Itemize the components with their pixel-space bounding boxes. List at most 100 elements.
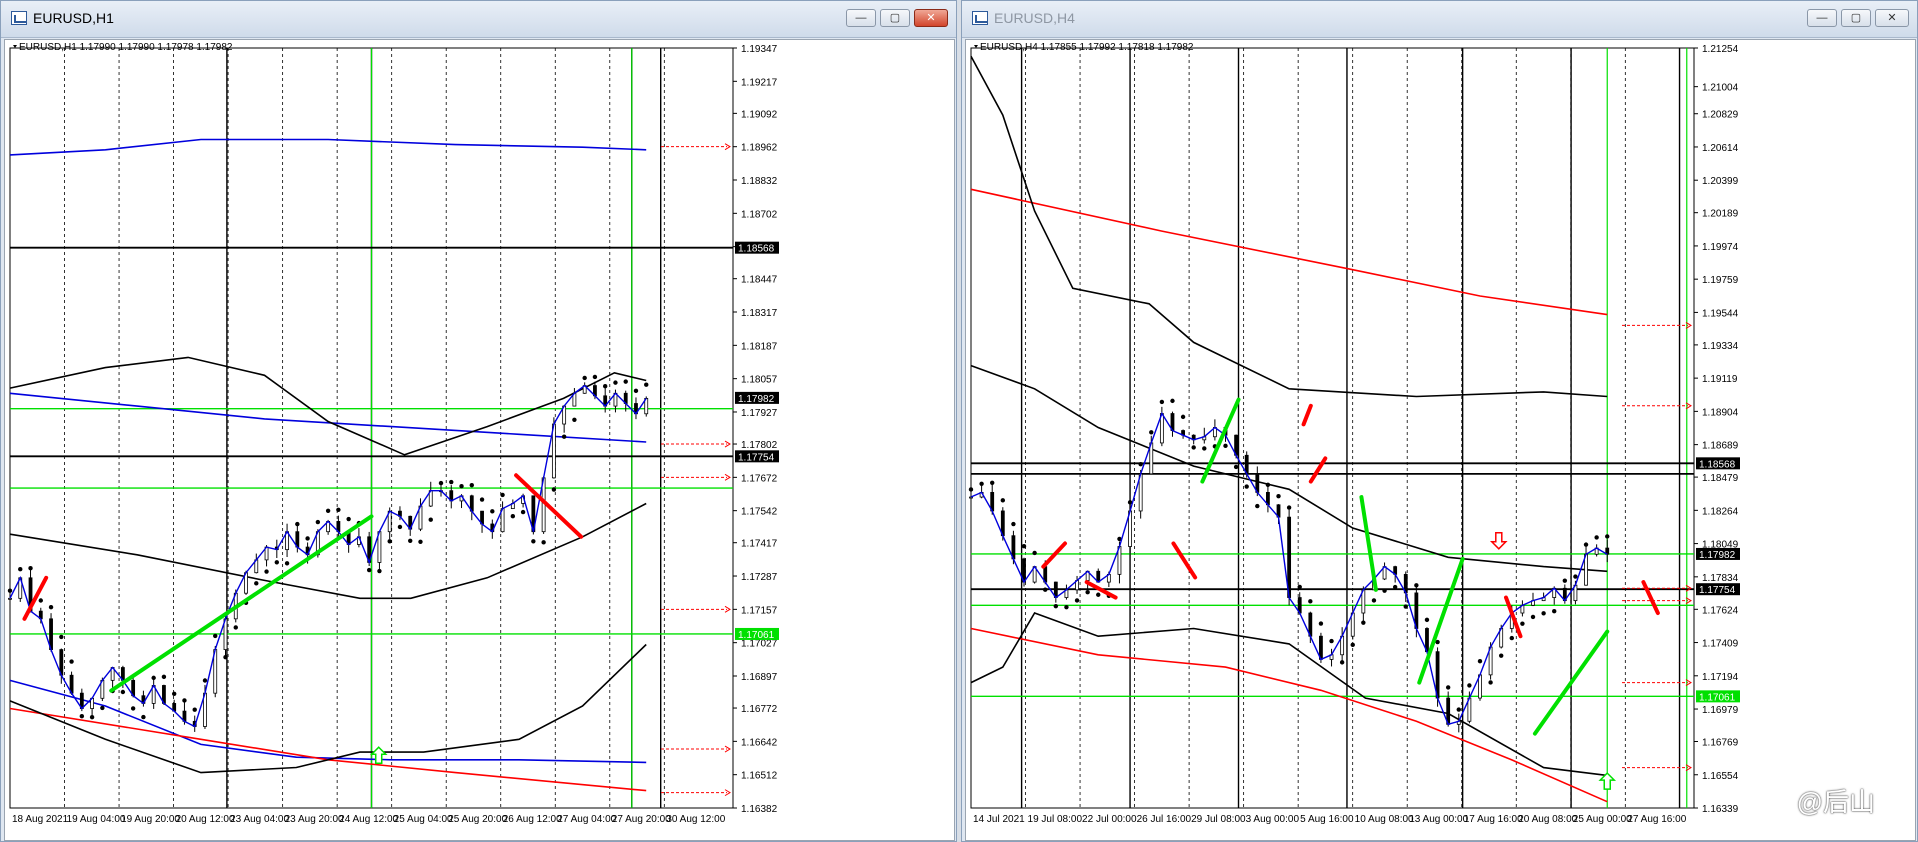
sar-dot bbox=[1202, 446, 1207, 451]
sar-dot bbox=[295, 521, 300, 527]
sar-dot bbox=[1605, 534, 1610, 539]
chart-area-h1[interactable]: EURUSD,H1 1.17990 1.17990 1.17978 1.1798… bbox=[4, 39, 955, 841]
y-tick-label: 1.19092 bbox=[741, 109, 778, 120]
sar-dot bbox=[1011, 521, 1016, 527]
x-tick-label: 23 Aug 04:00 bbox=[230, 814, 289, 825]
y-tick-label: 1.16769 bbox=[1702, 738, 1739, 749]
indicator-line bbox=[9, 502, 647, 600]
sar-dot bbox=[1297, 584, 1302, 590]
sar-dot bbox=[1530, 614, 1536, 620]
minimize-button[interactable]: — bbox=[1807, 9, 1837, 27]
sar-dot bbox=[1456, 707, 1461, 712]
x-tick-label: 24 Aug 12:00 bbox=[339, 814, 398, 825]
sar-dot bbox=[479, 497, 485, 502]
window-title: EURUSD,H4 bbox=[994, 10, 1075, 26]
chart-window-h4[interactable]: EURUSD,H4 — ▢ ✕ EURUSD,H4 1.17855 1.1799… bbox=[961, 0, 1918, 842]
zigzag-segment bbox=[1308, 456, 1328, 484]
indicator-line bbox=[9, 138, 647, 156]
x-tick-label: 13 Aug 00:00 bbox=[1409, 814, 1468, 825]
x-tick-label: 27 Aug 16:00 bbox=[1627, 814, 1686, 825]
sar-dot bbox=[305, 536, 310, 541]
sar-dot bbox=[1308, 599, 1313, 604]
x-tick-label: 30 Aug 12:00 bbox=[666, 814, 725, 825]
zigzag-segment bbox=[1641, 580, 1660, 616]
sar-dot bbox=[1477, 658, 1483, 664]
sar-dot bbox=[541, 540, 546, 545]
chart-window-icon bbox=[972, 11, 988, 25]
sar-dot bbox=[602, 384, 608, 389]
sar-dot bbox=[490, 509, 495, 514]
sar-dot bbox=[1329, 638, 1334, 644]
sar-dot bbox=[120, 689, 126, 695]
sar-dot bbox=[100, 705, 105, 711]
red-arrowhead bbox=[724, 745, 731, 753]
sar-dot bbox=[79, 713, 85, 719]
sar-dot bbox=[1170, 398, 1175, 404]
sar-dot bbox=[979, 481, 984, 486]
x-tick-label: 19 Jul 08:00 bbox=[1028, 814, 1083, 825]
window-titlebar[interactable]: EURUSD,H1 — ▢ ✕ bbox=[1, 1, 956, 38]
sar-dot bbox=[223, 654, 228, 660]
y-tick-label: 1.16512 bbox=[741, 771, 778, 782]
indicator-line bbox=[9, 643, 647, 774]
sar-dot bbox=[213, 633, 218, 639]
red-arrowhead bbox=[724, 605, 731, 613]
y-tick-label: 1.17802 bbox=[741, 440, 778, 451]
y-tick-label: 1.16554 bbox=[1702, 771, 1739, 782]
y-tick-label: 1.19759 bbox=[1702, 275, 1739, 286]
sar-dot bbox=[623, 379, 628, 384]
chart-window-h1[interactable]: EURUSD,H1 — ▢ ✕ EURUSD,H1 1.17990 1.1799… bbox=[0, 0, 957, 842]
sar-dot bbox=[171, 691, 177, 696]
sar-dot bbox=[1509, 635, 1515, 641]
minimize-button[interactable]: — bbox=[846, 9, 876, 27]
y-tick-label: 1.17287 bbox=[741, 572, 778, 583]
x-tick-label: 18 Aug 2021 bbox=[12, 814, 69, 825]
close-button[interactable]: ✕ bbox=[914, 9, 948, 27]
y-tick-label: 1.18962 bbox=[741, 143, 778, 154]
chart-area-h4[interactable]: EURUSD,H4 1.17855 1.17992 1.17818 1.1798… bbox=[965, 39, 1916, 841]
x-tick-label: 20 Aug 12:00 bbox=[176, 814, 235, 825]
sar-dot bbox=[254, 581, 259, 586]
y-tick-label: 1.18447 bbox=[741, 275, 778, 286]
x-tick-label: 3 Aug 00:00 bbox=[1246, 814, 1300, 825]
sar-dot bbox=[1265, 482, 1271, 488]
window-titlebar[interactable]: EURUSD,H4 — ▢ ✕ bbox=[962, 1, 1917, 38]
sar-dot bbox=[1583, 542, 1589, 547]
sar-dot bbox=[613, 380, 618, 385]
price-ma-line bbox=[9, 384, 647, 728]
sar-dot bbox=[377, 568, 382, 574]
y-tick-label: 1.17157 bbox=[741, 605, 778, 616]
sar-dot bbox=[1499, 653, 1504, 658]
sar-dot bbox=[1520, 621, 1525, 626]
y-tick-label: 1.21004 bbox=[1702, 83, 1739, 94]
sar-dot bbox=[500, 492, 505, 498]
restore-button[interactable]: ▢ bbox=[1841, 9, 1871, 27]
sar-dot bbox=[387, 539, 392, 544]
chart-h1[interactable]: EURUSD,H1 1.17990 1.17990 1.17978 1.1798… bbox=[5, 40, 954, 840]
sar-dot bbox=[408, 538, 413, 543]
zigzag-segment bbox=[109, 514, 374, 693]
sar-dot bbox=[469, 482, 474, 488]
chart-h4[interactable]: EURUSD,H4 1.17855 1.17992 1.17818 1.1798… bbox=[966, 40, 1915, 840]
sar-dot bbox=[592, 374, 598, 380]
sar-dot bbox=[18, 567, 23, 572]
y-tick-label: 1.16642 bbox=[741, 737, 778, 748]
y-tick-label: 1.17927 bbox=[741, 408, 778, 419]
sar-dot bbox=[1286, 505, 1292, 510]
sar-dot bbox=[69, 659, 74, 664]
sar-dot bbox=[89, 714, 95, 720]
sar-dot bbox=[644, 382, 649, 387]
sar-dot bbox=[315, 519, 321, 525]
sar-dot bbox=[438, 480, 444, 486]
chart-header: EURUSD,H4 1.17855 1.17992 1.17818 1.1798… bbox=[980, 42, 1194, 53]
x-tick-label: 19 Aug 04:00 bbox=[67, 814, 126, 825]
sar-dot bbox=[968, 487, 974, 492]
red-arrowhead bbox=[724, 143, 731, 151]
sar-dot bbox=[531, 539, 536, 544]
arrow-up-icon bbox=[369, 746, 388, 764]
zigzag-segment bbox=[1301, 403, 1313, 427]
restore-button[interactable]: ▢ bbox=[880, 9, 910, 27]
y-tick-label: 1.18904 bbox=[1702, 407, 1739, 418]
sar-dot bbox=[1000, 498, 1006, 503]
close-button[interactable]: ✕ bbox=[1875, 9, 1909, 27]
